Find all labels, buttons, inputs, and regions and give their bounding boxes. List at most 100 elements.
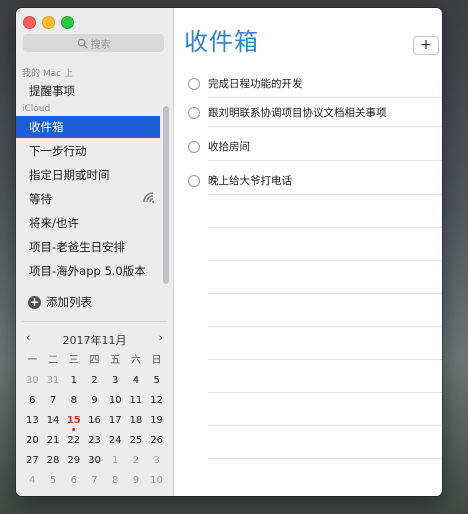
sidebar-item-label: 收件箱 (29, 120, 64, 134)
calendar-day[interactable]: 25 (126, 433, 147, 449)
calendar-day[interactable]: 16 (84, 413, 105, 429)
calendar-day[interactable]: 8 (63, 393, 84, 409)
calendar-day[interactable]: 2 (84, 373, 105, 389)
search-icon (77, 38, 88, 49)
calendar-grid: 一二三四五六日 30 31 1 2 3 4 5 6 7 8 9 10 11 12 13 14 15 16 17 18 19… (22, 353, 167, 489)
calendar-month-title: 2017年11月 (62, 334, 127, 347)
calendar-day[interactable]: 13 (22, 413, 43, 429)
sidebar-item-project-birthday[interactable]: 项目-老爸生日安排 (16, 236, 160, 258)
minimize-window-button[interactable] (42, 16, 55, 29)
calendar-day[interactable]: 7 (84, 473, 105, 489)
task-row[interactable]: 完成日程功能的开发 (188, 73, 440, 97)
calendar-day[interactable]: 21 (43, 433, 64, 449)
calendar-day[interactable]: 6 (22, 393, 43, 409)
calendar-day[interactable]: 30 (84, 453, 105, 469)
sidebar-item-next-actions[interactable]: 下一步行动 (16, 140, 160, 162)
row-divider (208, 425, 442, 426)
calendar-day[interactable]: 17 (105, 413, 126, 429)
sidebar-item-label: 等待 (29, 192, 52, 206)
sidebar: 搜索 我的 Mac 上 提醒事项 iCloud 收件箱 下一步行动 指定日期或时… (16, 8, 174, 496)
row-divider (208, 458, 442, 459)
task-checkbox[interactable] (188, 141, 200, 153)
group-label-mac: 我的 Mac 上 (22, 69, 73, 79)
calendar-day[interactable]: 6 (63, 473, 84, 489)
calendar-day[interactable]: 7 (43, 393, 64, 409)
sidebar-divider (22, 321, 167, 322)
add-list-button[interactable]: + 添加列表 (28, 294, 92, 310)
calendar-day[interactable]: 27 (22, 453, 43, 469)
calendar-day[interactable]: 10 (105, 393, 126, 409)
sidebar-item-waiting[interactable]: 等待 (16, 188, 160, 210)
calendar-day[interactable]: 5 (146, 373, 167, 389)
search-field[interactable]: 搜索 (23, 34, 164, 52)
sidebar-item-label: 项目-老爸生日安排 (29, 240, 126, 254)
weekday-header: 一 (27, 355, 38, 366)
calendar-day[interactable]: 10 (146, 473, 167, 489)
calendar-day[interactable]: 1 (105, 453, 126, 469)
calendar-day[interactable]: 12 (146, 393, 167, 409)
calendar-day[interactable]: 5 (43, 473, 64, 489)
calendar-day[interactable]: 30 (22, 373, 43, 389)
chevron-right-icon[interactable]: › (159, 331, 163, 344)
row-divider (208, 326, 442, 327)
sidebar-item-reminders[interactable]: 提醒事项 (16, 80, 160, 102)
task-text[interactable]: 完成日程功能的开发 (208, 76, 303, 91)
row-divider (208, 260, 442, 261)
calendar-day[interactable]: 19 (146, 413, 167, 429)
calendar-day[interactable]: 3 (146, 453, 167, 469)
zoom-window-button[interactable] (61, 16, 74, 29)
calendar-day[interactable]: 31 (43, 373, 64, 389)
weekday-header: 四 (89, 355, 100, 366)
calendar-day[interactable]: 3 (105, 373, 126, 389)
calendar-day[interactable]: 14 (43, 413, 64, 429)
sidebar-item-someday[interactable]: 将来/也许 (16, 212, 160, 234)
row-divider (208, 227, 442, 228)
task-row[interactable]: 收拾房间 (188, 136, 440, 160)
weekday-header: 日 (151, 355, 162, 366)
calendar-header: ‹ 2017年11月 › (22, 331, 167, 349)
weekday-header: 五 (110, 355, 121, 366)
sidebar-item-label: 指定日期或时间 (29, 168, 110, 182)
row-divider (208, 194, 442, 195)
sidebar-item-scheduled[interactable]: 指定日期或时间 (16, 164, 160, 186)
calendar-day[interactable]: 2 (126, 453, 147, 469)
calendar-day[interactable]: 1 (63, 373, 84, 389)
sidebar-scrollbar[interactable] (163, 106, 169, 284)
sidebar-item-project-overseas-app[interactable]: 项目-海外app 5.0版本 (16, 260, 160, 282)
calendar-day[interactable]: 26 (146, 433, 167, 449)
close-window-button[interactable] (23, 16, 36, 29)
calendar-day[interactable]: 4 (126, 373, 147, 389)
calendar-day[interactable]: 28 (43, 453, 64, 469)
task-text[interactable]: 跟刘明联系协调项目协议文档相关事项 (208, 105, 387, 120)
sidebar-item-inbox[interactable]: 收件箱 (16, 116, 160, 138)
task-text[interactable]: 晚上给大爷打电话 (208, 173, 292, 188)
calendar-day[interactable]: 8 (105, 473, 126, 489)
calendar-day[interactable]: 4 (22, 473, 43, 489)
add-reminder-button[interactable]: + (413, 36, 439, 55)
sidebar-item-label: 将来/也许 (29, 216, 79, 230)
task-checkbox[interactable] (188, 107, 200, 119)
calendar-day[interactable]: 18 (126, 413, 147, 429)
weekday-header: 二 (48, 355, 59, 366)
row-divider (208, 293, 442, 294)
page-title: 收件箱 (184, 28, 259, 56)
row-divider (208, 160, 442, 161)
calendar-day[interactable]: 11 (126, 393, 147, 409)
search-placeholder: 搜索 (90, 39, 111, 51)
task-text[interactable]: 收拾房间 (208, 139, 250, 154)
calendar-day[interactable]: 22 (63, 433, 84, 449)
reminders-window: 搜索 我的 Mac 上 提醒事项 iCloud 收件箱 下一步行动 指定日期或时… (16, 8, 442, 496)
calendar-day[interactable]: 9 (126, 473, 147, 489)
calendar-day[interactable]: 24 (105, 433, 126, 449)
task-row[interactable]: 跟刘明联系协调项目协议文档相关事项 (188, 102, 440, 126)
group-label-icloud: iCloud (22, 104, 51, 114)
calendar-day[interactable]: 9 (84, 393, 105, 409)
task-checkbox[interactable] (188, 175, 200, 187)
calendar-day-today[interactable]: 15 (63, 413, 84, 431)
task-checkbox[interactable] (188, 78, 200, 90)
calendar-day[interactable]: 20 (22, 433, 43, 449)
task-row[interactable]: 晚上给大爷打电话 (188, 170, 440, 194)
calendar-day[interactable]: 29 (63, 453, 84, 469)
add-circle-icon: + (28, 294, 41, 309)
calendar-day[interactable]: 23 (84, 433, 105, 449)
